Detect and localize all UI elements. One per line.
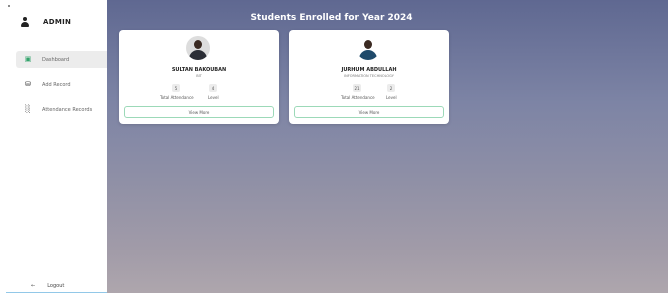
dashboard-icon: ▣ xyxy=(24,55,32,63)
sidebar-item-dashboard[interactable]: ▣ Dashboard xyxy=(16,51,107,68)
level-value: 4 xyxy=(209,84,217,92)
sidebar-item-add-record[interactable]: ⛁ Add Record xyxy=(16,76,107,93)
brand: ADMIN xyxy=(21,17,71,27)
sidebar-item-attendance-records[interactable]: ░ Attendance Records xyxy=(16,101,107,118)
level-value: 2 xyxy=(387,84,395,92)
window-dot xyxy=(8,5,10,7)
logout-icon: ← xyxy=(31,283,36,289)
student-card: SULTAN BAKOUBAN BIT 5 4 Total Attendance… xyxy=(119,30,279,124)
sidebar-nav: ▣ Dashboard ⛁ Add Record ░ Attendance Re… xyxy=(16,51,107,126)
level-label: Level xyxy=(386,95,397,100)
database-icon: ⛁ xyxy=(25,80,31,88)
user-icon xyxy=(21,17,29,27)
sidebar-item-label: Add Record xyxy=(42,81,71,88)
total-attendance-label: Total Attendance xyxy=(160,95,194,100)
student-name: SULTAN BAKOUBAN xyxy=(171,67,227,73)
chart-icon: ░ xyxy=(25,105,31,113)
total-attendance-value: 5 xyxy=(172,84,180,92)
logout-label: Logout xyxy=(47,283,65,289)
student-photo xyxy=(186,36,210,60)
logout-button[interactable]: ← Logout xyxy=(6,283,110,293)
sidebar: ADMIN ▣ Dashboard ⛁ Add Record ░ Attenda… xyxy=(0,0,110,293)
view-more-button[interactable]: View More xyxy=(124,106,274,118)
page-title: Students Enrolled for Year 2024 xyxy=(250,13,413,23)
sidebar-item-label: Dashboard xyxy=(42,56,70,63)
sidebar-item-label: Attendance Records xyxy=(42,106,93,113)
student-card: JURHUM ABDULLAH INFORMATION TECHNOLOGY 2… xyxy=(289,30,449,124)
student-department: INFORMATION TECHNOLOGY xyxy=(344,74,394,78)
brand-title: ADMIN xyxy=(43,18,72,26)
student-photo xyxy=(356,36,380,60)
student-department: BIT xyxy=(196,74,202,78)
main-content: Students Enrolled for Year 2024 SULTAN B… xyxy=(107,0,668,293)
student-name: JURHUM ABDULLAH xyxy=(341,67,397,73)
total-attendance-label: Total Attendance xyxy=(341,95,375,100)
level-label: Level xyxy=(208,95,219,100)
view-more-button[interactable]: View More xyxy=(294,106,444,118)
total-attendance-value: 21 xyxy=(353,84,361,92)
